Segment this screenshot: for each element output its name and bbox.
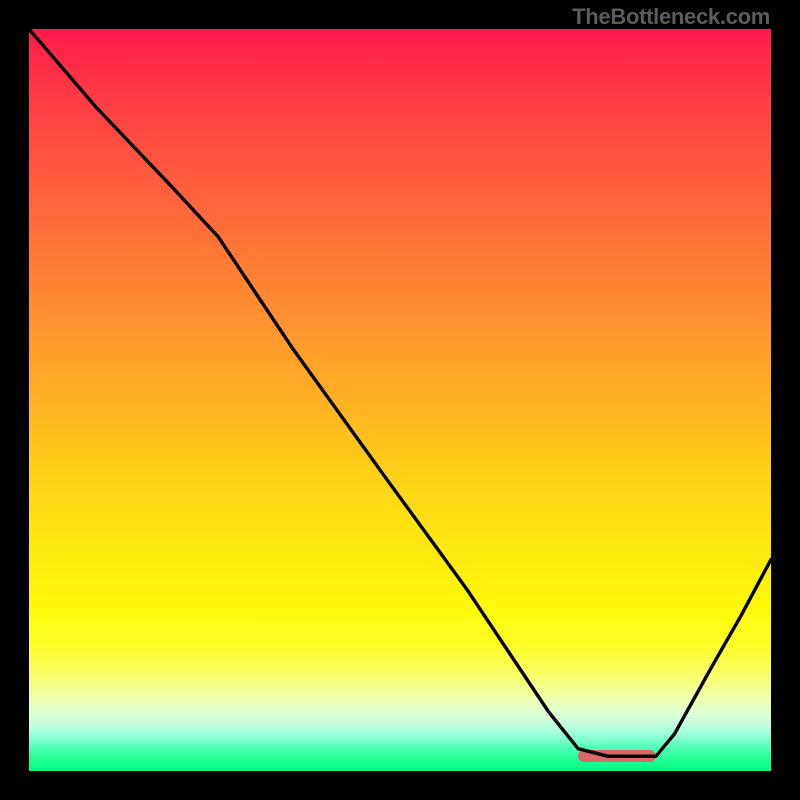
plot-area [29, 29, 771, 771]
bottleneck-curve [29, 29, 771, 771]
attribution-watermark: TheBottleneck.com [572, 4, 770, 30]
chart-frame: TheBottleneck.com [0, 0, 800, 800]
